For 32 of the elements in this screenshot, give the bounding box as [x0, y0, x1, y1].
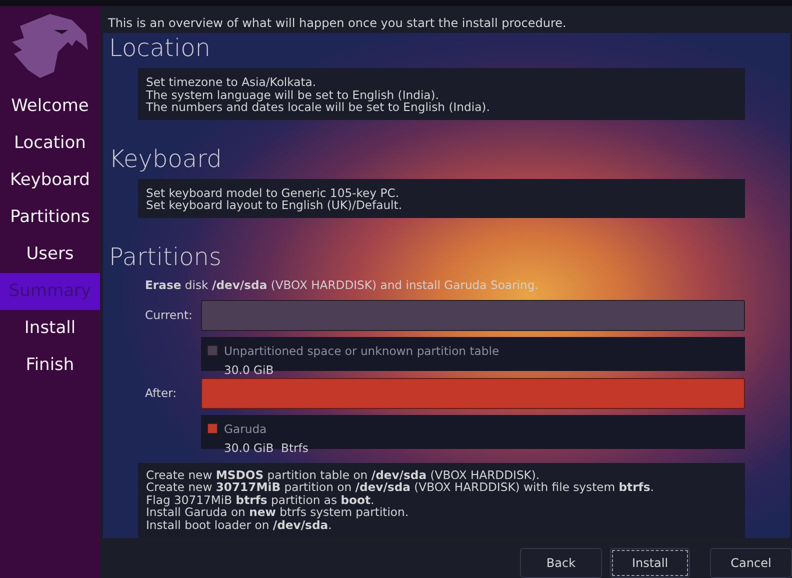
intro-text: This is an overview of what will happen once you start the install procedure. — [107, 15, 568, 32]
eagle-icon — [10, 12, 90, 78]
summary-line: Set timezone to Asia/Kolkata. — [146, 76, 318, 88]
partition-details: 30.0 GiB Btrfs — [223, 440, 310, 457]
summary-line: Set keyboard model to Generic 105-key PC. — [146, 186, 400, 199]
job-line: Create new 30717MiB partition on /dev/sda (VBOX HARDDISK) with file system btrfs. — [146, 481, 655, 494]
job-line: Create new MSDOS partition table on /dev/sda (VBOX HARDDISK). — [146, 468, 541, 482]
summary-line: The system language will be set to English (India). — [146, 88, 440, 101]
back-button[interactable]: Back — [520, 548, 602, 578]
sidebar-item[interactable]: Finish — [0, 347, 100, 384]
section-heading: Keyboard — [109, 144, 223, 174]
partition-details: 30.0 GiB — [223, 362, 275, 379]
sidebar-item[interactable]: Welcome — [0, 88, 100, 125]
sidebar-item[interactable]: Install — [0, 310, 100, 347]
job-line: Install boot loader on /dev/sda. — [146, 518, 332, 532]
partition-summary: Erase disk /dev/sda (VBOX HARDDISK) and install Garuda Soaring. — [145, 276, 540, 294]
sidebar-item[interactable]: Keyboard — [0, 162, 100, 199]
summary-line: Set keyboard layout to English (UK)/Default. — [146, 199, 404, 212]
install-button[interactable]: Install — [610, 548, 690, 578]
sidebar-item[interactable]: Users — [0, 236, 100, 273]
sidebar-item[interactable]: Partitions — [0, 199, 100, 236]
job-line: Install Garuda on new btrfs system partition. — [146, 506, 410, 519]
sidebar-item[interactable]: Location — [0, 125, 100, 162]
layout-label: Current: — [145, 306, 194, 324]
partition-name: Garuda — [224, 422, 267, 436]
partition-name: Unpartitioned space or unknown partition table — [224, 344, 500, 358]
section-heading: Partitions — [109, 242, 223, 272]
summary-line: The numbers and dates locale will be set to English (India). — [146, 101, 491, 114]
section-heading: Location — [109, 33, 212, 64]
layout-label: After: — [145, 384, 178, 402]
cancel-button[interactable]: Cancel — [710, 548, 792, 578]
job-line: Flag 30717MiB btrfs partition as boot. — [146, 494, 376, 506]
